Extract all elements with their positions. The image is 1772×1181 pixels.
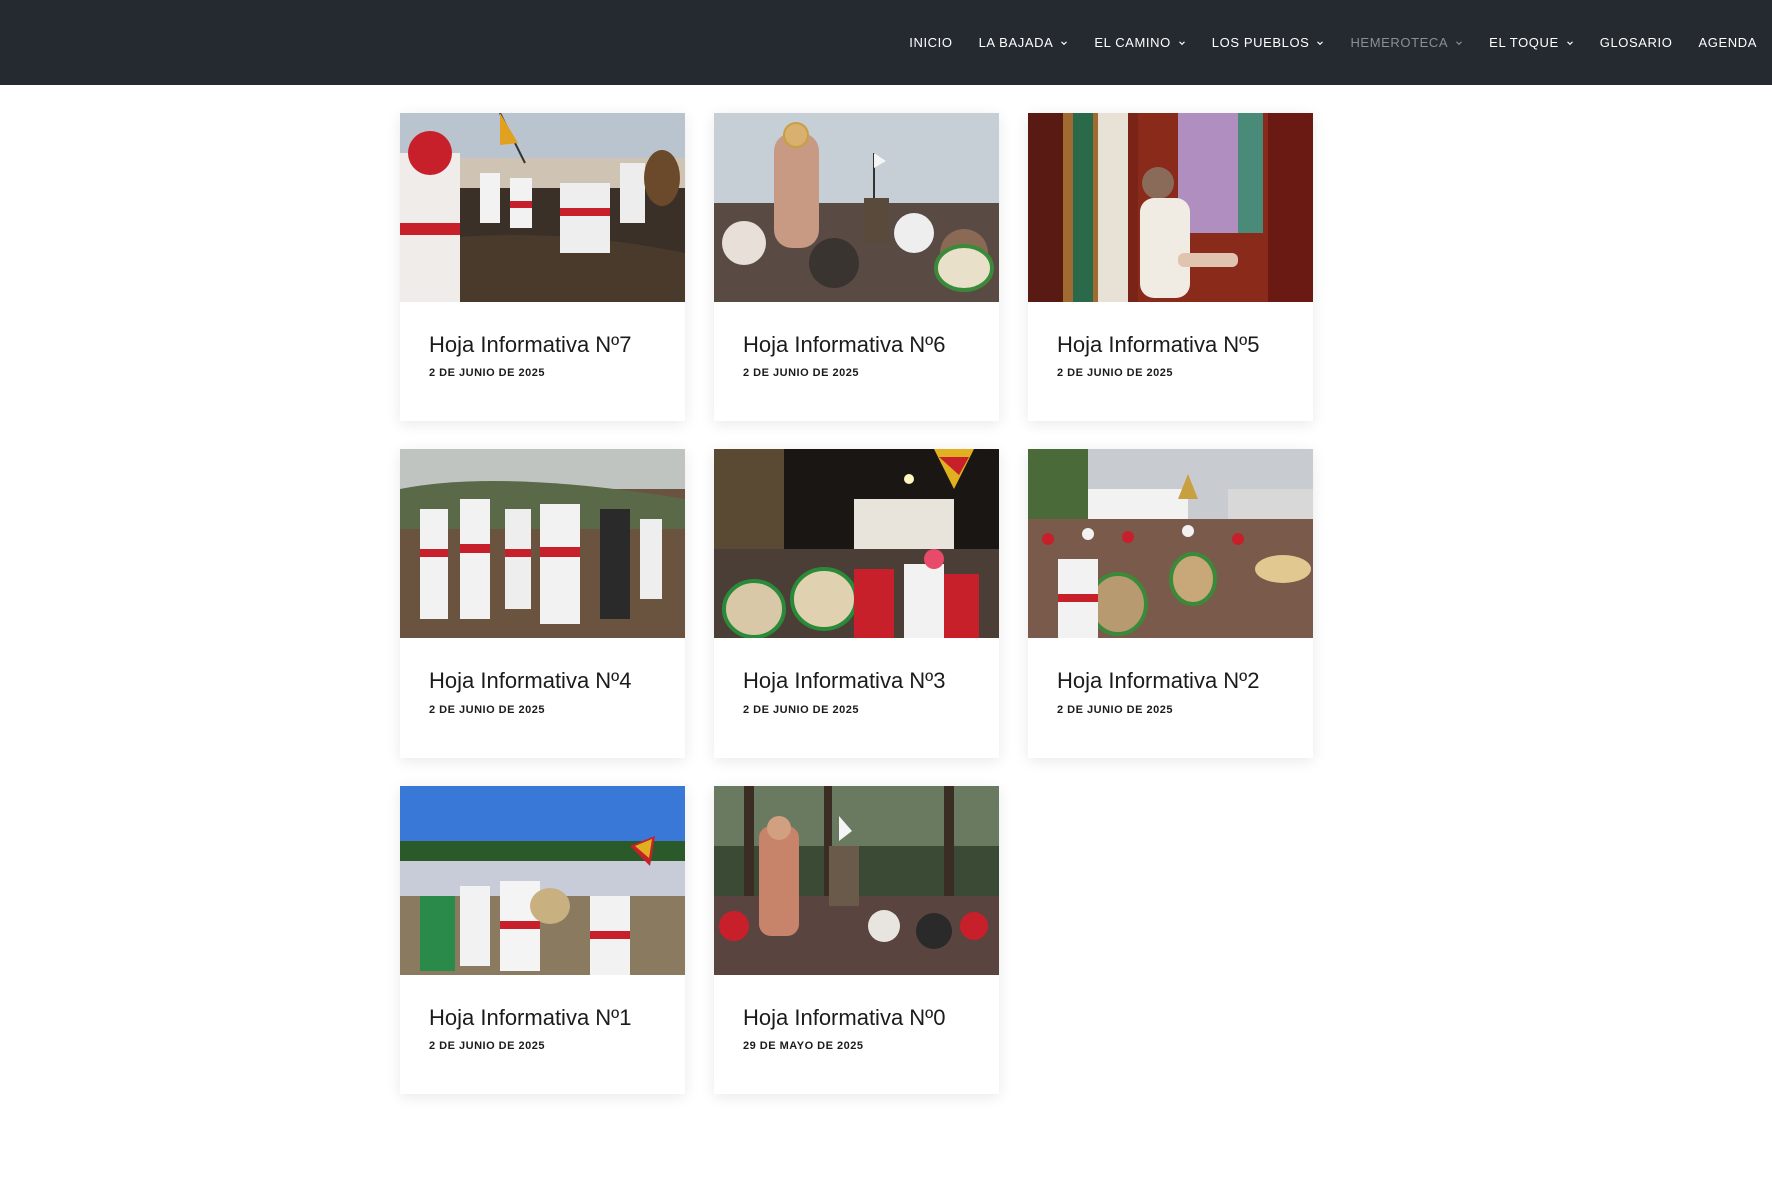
post-title[interactable]: Hoja Informativa Nº5	[1057, 332, 1284, 357]
post-date: 2 DE JUNIO DE 2025	[1057, 703, 1173, 716]
chevron-down-icon	[1178, 39, 1186, 47]
post-card-body: Hoja Informativa Nº5 2 DE JUNIO DE 2025	[1028, 302, 1313, 421]
nav-item-inicio[interactable]: INICIO	[909, 35, 952, 50]
nav-item-el-toque[interactable]: EL TOQUE	[1489, 35, 1574, 50]
forest-procession-photo	[714, 785, 999, 975]
post-date: 2 DE JUNIO DE 2025	[429, 1039, 545, 1052]
post-date: 2 DE JUNIO DE 2025	[429, 703, 545, 716]
post-card-body: Hoja Informativa Nº0 29 DE MAYO DE 2025	[714, 975, 999, 1094]
nav-item-label: LOS PUEBLOS	[1211, 35, 1310, 50]
post-date: 2 DE JUNIO DE 2025	[1057, 367, 1173, 380]
posts-grid: Hoja Informativa Nº7 2 DE JUNIO DE 2025	[400, 113, 1313, 1094]
nav-item-label: INICIO	[909, 35, 953, 50]
post-thumbnail[interactable]	[714, 113, 999, 302]
chevron-down-icon	[1455, 39, 1463, 47]
post-card-body: Hoja Informativa Nº3 2 DE JUNIO DE 2025	[714, 638, 999, 757]
post-thumbnail[interactable]	[400, 785, 685, 975]
post-thumbnail[interactable]	[1028, 449, 1313, 639]
night-drummers-photo	[714, 449, 999, 639]
post-thumbnail[interactable]	[400, 449, 685, 639]
post-title[interactable]: Hoja Informativa Nº1	[429, 1005, 656, 1030]
post-title[interactable]: Hoja Informativa Nº7	[429, 332, 656, 357]
chevron-down-icon	[1060, 39, 1068, 47]
nav-item-label: AGENDA	[1698, 35, 1757, 50]
post-date: 29 DE MAYO DE 2025	[743, 1039, 864, 1052]
nav-item-label: LA BAJADA	[978, 35, 1054, 50]
chevron-down-icon	[1316, 39, 1324, 47]
post-card-body: Hoja Informativa Nº1 2 DE JUNIO DE 2025	[400, 975, 685, 1094]
post-card[interactable]: Hoja Informativa Nº5 2 DE JUNIO DE 2025	[1028, 113, 1313, 422]
post-card-body: Hoja Informativa Nº2 2 DE JUNIO DE 2025	[1028, 638, 1313, 757]
crowd-field-photo	[400, 785, 685, 975]
nav-item-agenda[interactable]: AGENDA	[1698, 35, 1757, 50]
post-thumbnail[interactable]	[714, 785, 999, 975]
post-card[interactable]: Hoja Informativa Nº4 2 DE JUNIO DE 2025	[400, 449, 685, 758]
nav-item-el-camino[interactable]: EL CAMINO	[1094, 35, 1185, 50]
post-title[interactable]: Hoja Informativa Nº4	[429, 668, 656, 693]
virgin-statue-crowd-photo	[714, 113, 999, 302]
nav-item-la-bajada[interactable]: LA BAJADA	[979, 35, 1069, 50]
nav-item-label: HEMEROTECA	[1350, 35, 1449, 50]
post-card[interactable]: Hoja Informativa Nº6 2 DE JUNIO DE 2025	[714, 113, 999, 422]
post-card[interactable]: Hoja Informativa Nº1 2 DE JUNIO DE 2025	[400, 785, 685, 1094]
chevron-down-icon	[1566, 39, 1574, 47]
main-menu: INICIO LA BAJADA EL CAMINO LOS PUEBLOS H…	[883, 0, 1757, 85]
nav-item-hemeroteca[interactable]: HEMEROTECA	[1350, 35, 1463, 50]
post-card-body: Hoja Informativa Nº6 2 DE JUNIO DE 2025	[714, 302, 999, 421]
street-procession-photo	[1028, 449, 1313, 639]
post-card-body: Hoja Informativa Nº4 2 DE JUNIO DE 2025	[400, 638, 685, 757]
post-card[interactable]: Hoja Informativa Nº0 29 DE MAYO DE 2025	[714, 785, 999, 1094]
post-thumbnail[interactable]	[400, 113, 685, 302]
nav-item-glosario[interactable]: GLOSARIO	[1600, 35, 1673, 50]
dancers-kneeling-photo	[400, 113, 685, 302]
post-title[interactable]: Hoja Informativa Nº0	[743, 1005, 970, 1030]
post-date: 2 DE JUNIO DE 2025	[743, 367, 859, 380]
post-thumbnail[interactable]	[1028, 113, 1313, 302]
post-title[interactable]: Hoja Informativa Nº3	[743, 668, 970, 693]
post-card[interactable]: Hoja Informativa Nº7 2 DE JUNIO DE 2025	[400, 113, 685, 422]
post-card-body: Hoja Informativa Nº7 2 DE JUNIO DE 2025	[400, 302, 685, 421]
woman-opening-shrine-photo	[1028, 113, 1313, 302]
dancers-hillside-photo	[400, 449, 685, 639]
post-title[interactable]: Hoja Informativa Nº2	[1057, 668, 1284, 693]
post-date: 2 DE JUNIO DE 2025	[429, 367, 545, 380]
post-title[interactable]: Hoja Informativa Nº6	[743, 332, 970, 357]
post-thumbnail[interactable]	[714, 449, 999, 639]
nav-item-label: GLOSARIO	[1599, 35, 1673, 50]
post-card[interactable]: Hoja Informativa Nº3 2 DE JUNIO DE 2025	[714, 449, 999, 758]
nav-item-label: EL TOQUE	[1489, 35, 1559, 50]
top-navigation-bar: INICIO LA BAJADA EL CAMINO LOS PUEBLOS H…	[0, 0, 1772, 85]
post-card[interactable]: Hoja Informativa Nº2 2 DE JUNIO DE 2025	[1028, 449, 1313, 758]
nav-item-los-pueblos[interactable]: LOS PUEBLOS	[1212, 35, 1325, 50]
post-date: 2 DE JUNIO DE 2025	[743, 703, 859, 716]
nav-item-label: EL CAMINO	[1094, 35, 1171, 50]
